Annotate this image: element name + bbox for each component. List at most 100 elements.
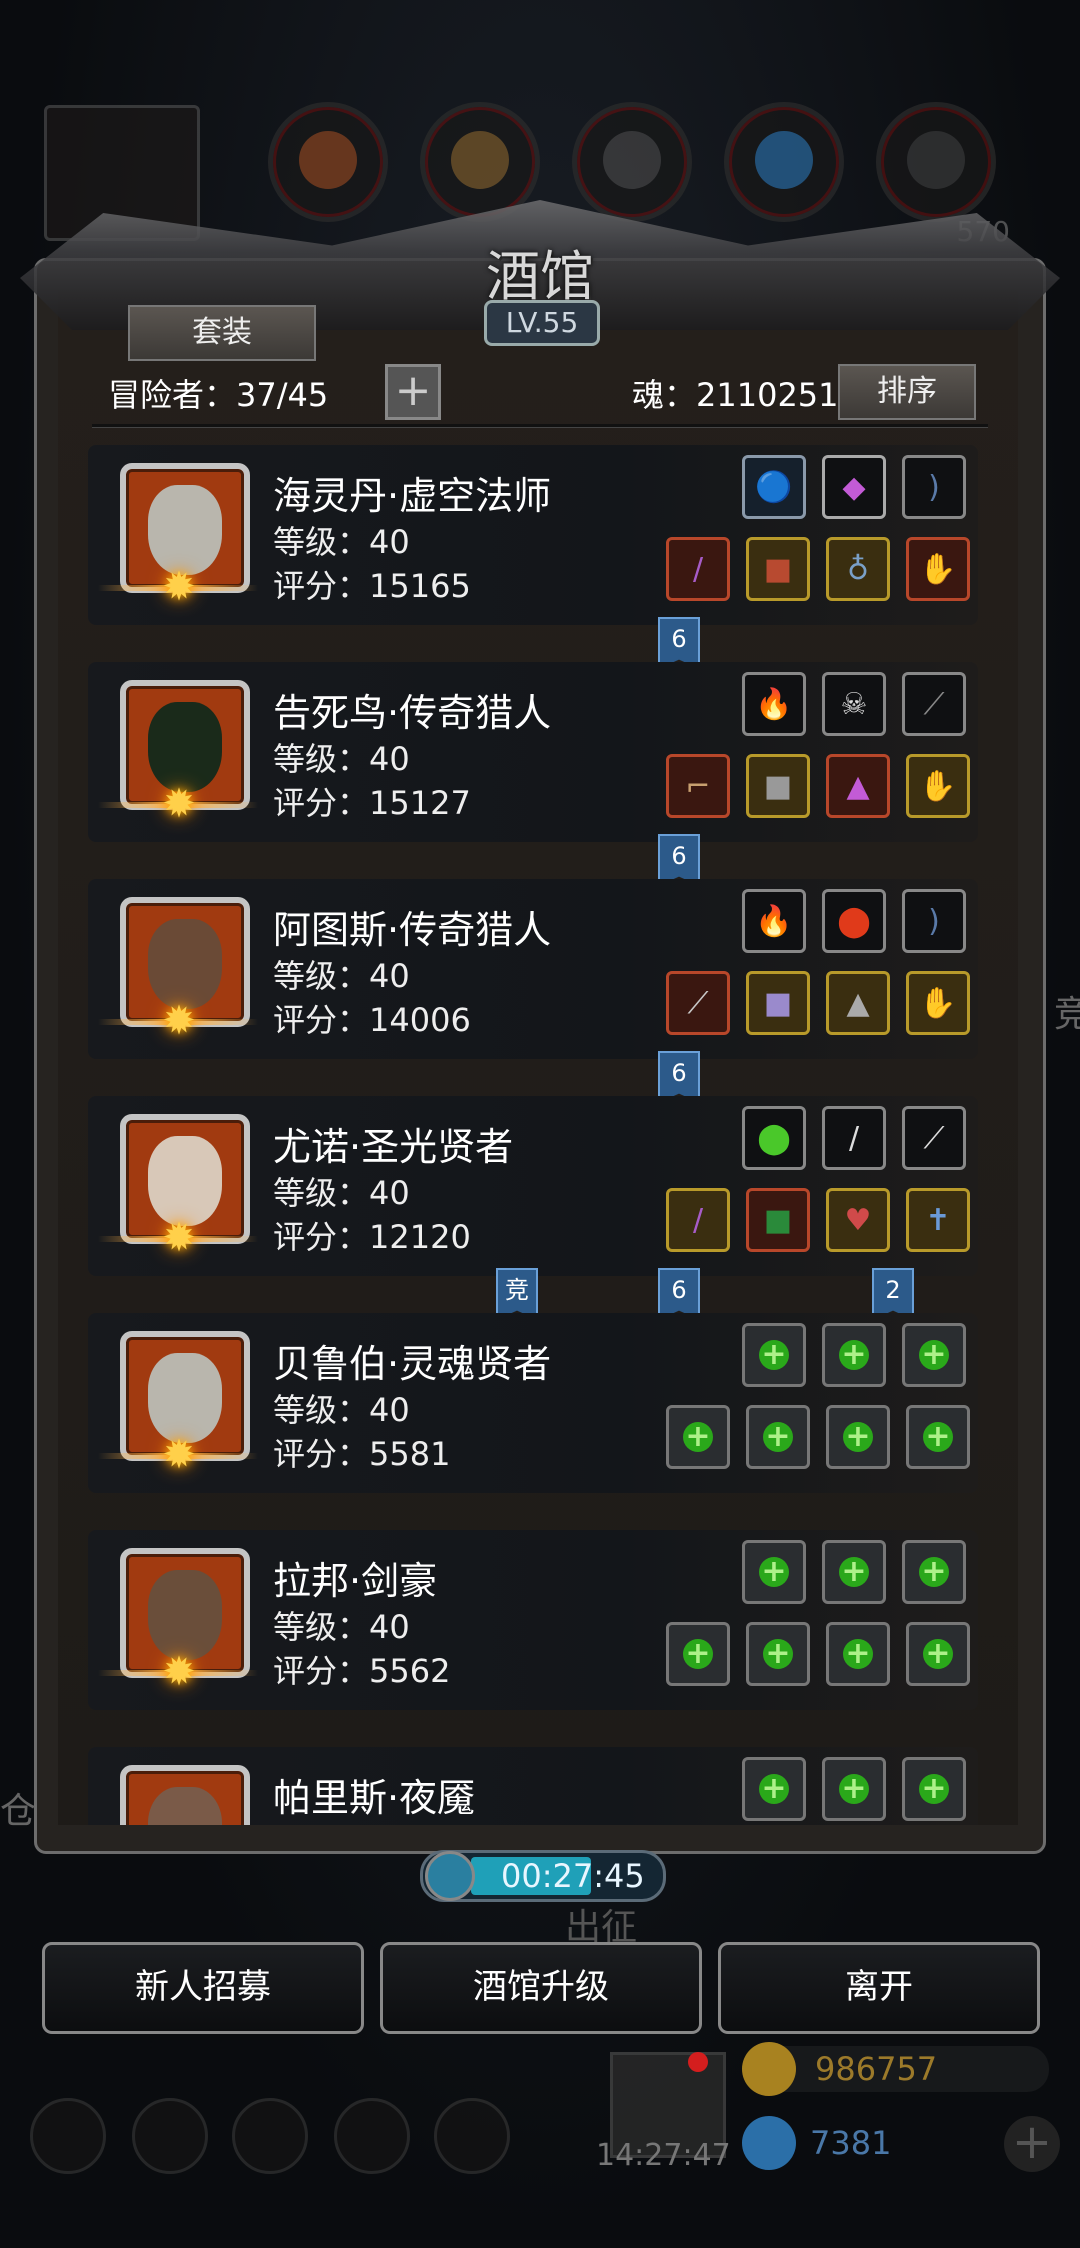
empty-rune-slot[interactable]: + (822, 1757, 886, 1821)
empty-rune-slot[interactable]: + (902, 1540, 966, 1604)
empty-rune-slot[interactable]: + (742, 1757, 806, 1821)
rank-star-icon: ✹ (162, 564, 196, 610)
empty-equip-slot[interactable]: + (906, 1405, 970, 1469)
rune-purple-gem-icon[interactable]: ◆ (822, 455, 886, 519)
equip-cross-icon[interactable]: ✝ (906, 1188, 970, 1252)
plus-icon: + (919, 1340, 949, 1370)
resource-crystal-icon[interactable] (724, 102, 844, 222)
equip-gauntlet-icon[interactable]: ✋ (906, 754, 970, 818)
rune-skull-icon[interactable]: ☠ (822, 672, 886, 736)
empty-rune-slot[interactable]: + (902, 1323, 966, 1387)
hero-name: 帕里斯·夜魇 (273, 1776, 476, 1820)
rune-sword-icon[interactable]: / (822, 1106, 886, 1170)
hero-card[interactable]: ✹ 阿图斯·传奇猎人 等级：40 评分：14006 🔥 ⬤ ) ⟋ ■ ▲ ✋ (88, 879, 978, 1059)
sort-button[interactable]: 排序 (838, 364, 976, 420)
mail-icon[interactable] (334, 2098, 410, 2174)
empty-equip-slot[interactable]: + (666, 1622, 730, 1686)
hero-list[interactable]: ✹ 海灵丹·虚空法师 等级：40 评分：15165 🔵 ◆ ) / ■ ♁ ✋ … (88, 445, 978, 1825)
hero-card[interactable]: ✹ 拉邦·剑豪 等级：40 评分：5562 + + + + + + + (88, 1530, 978, 1710)
rune-green-orb-icon[interactable]: ⬤ (742, 1106, 806, 1170)
empty-rune-slot[interactable]: + (742, 1540, 806, 1604)
hero-name: 告死鸟·传奇猎人 (273, 691, 552, 735)
hero-score: 评分：5581 (273, 1435, 451, 1473)
gem-amount: 7381 (810, 2124, 892, 2162)
plus-icon: + (843, 1422, 873, 1452)
plus-icon: + (763, 1639, 793, 1669)
hero-level: 等级：40 (273, 523, 410, 561)
empty-rune-slot[interactable]: + (902, 1757, 966, 1821)
empty-equip-slot[interactable]: + (746, 1622, 810, 1686)
side-arena-text: 竞 (1054, 994, 1080, 1035)
equip-armor-icon[interactable]: ■ (746, 537, 810, 601)
plus-icon: + (843, 1639, 873, 1669)
plus-icon: + (683, 1639, 713, 1669)
rune-bow-icon[interactable]: ) (902, 889, 966, 953)
guild-icon[interactable] (232, 2098, 308, 2174)
equip-rifle-icon[interactable]: ⌐ (666, 754, 730, 818)
plus-icon: + (763, 1422, 793, 1452)
empty-rune-slot[interactable]: + (822, 1540, 886, 1604)
achievement-icon[interactable] (132, 2098, 208, 2174)
empty-equip-slot[interactable]: + (906, 1622, 970, 1686)
equip-staff-icon[interactable]: / (666, 537, 730, 601)
empty-equip-slot[interactable]: + (826, 1622, 890, 1686)
hero-card[interactable]: ✹ 告死鸟·传奇猎人 等级：40 评分：15127 🔥 ☠ ⟋ ⌐ ■ ▲ ✋ (88, 662, 978, 842)
resource-iron-icon[interactable] (572, 102, 692, 222)
equip-armor-icon[interactable]: ■ (746, 971, 810, 1035)
empty-equip-slot[interactable]: + (666, 1405, 730, 1469)
equip-helmet-icon[interactable]: ▲ (826, 971, 890, 1035)
equip-armor-icon[interactable]: ■ (746, 754, 810, 818)
empty-equip-slot[interactable]: + (746, 1405, 810, 1469)
handshake-icon[interactable] (434, 2098, 510, 2174)
add-adventurer-slot-button[interactable]: + (385, 364, 441, 420)
settings-icon[interactable] (30, 2098, 106, 2174)
plus-icon: + (759, 1774, 789, 1804)
equip-gun-icon[interactable]: ⟋ (666, 971, 730, 1035)
rune-feather-icon[interactable]: ⟋ (902, 672, 966, 736)
empty-rune-slot[interactable]: + (742, 1323, 806, 1387)
hero-name: 拉邦·剑豪 (273, 1559, 438, 1603)
hero-card[interactable]: ✹ 海灵丹·虚空法师 等级：40 评分：15165 🔵 ◆ ) / ■ ♁ ✋ (88, 445, 978, 625)
empty-equip-slot[interactable]: + (826, 1405, 890, 1469)
rune-bow-icon[interactable]: ) (902, 455, 966, 519)
soul-count: 魂：2110251 (632, 376, 839, 414)
equip-amulet-icon[interactable]: ♁ (826, 537, 890, 601)
recruit-timer: 00:27:45 (420, 1850, 666, 1902)
hero-card[interactable]: ✹ 贝鲁伯·灵魂贤者 等级：40 评分：5581 + + + + + + + (88, 1313, 978, 1493)
plus-icon: + (923, 1639, 953, 1669)
hero-level: 等级：40 (273, 1174, 410, 1212)
rank-star-icon: ✹ (162, 1649, 196, 1695)
rune-dagger-icon[interactable]: ⟋ (902, 1106, 966, 1170)
rune-blue-orb-icon[interactable]: 🔵 (742, 455, 806, 519)
equip-gauntlet-icon[interactable]: ✋ (906, 971, 970, 1035)
side-warehouse-text: 仓 (0, 1791, 37, 1832)
hero-avatar (120, 1765, 250, 1825)
hero-card[interactable]: ✹ 尤诺·圣光贤者 等级：40 评分：12120 ⬤ / ⟋ / ■ ♥ ✝ (88, 1096, 978, 1276)
equip-gauntlet-icon[interactable]: ✋ (906, 537, 970, 601)
equip-amulet-icon[interactable]: ♥ (826, 1188, 890, 1252)
hero-score: 评分：12120 (273, 1218, 471, 1256)
rune-fire-icon[interactable]: 🔥 (742, 672, 806, 736)
gold-coin-icon (742, 2042, 796, 2096)
resource-leather-icon[interactable] (268, 102, 388, 222)
timer-text: 00:27:45 (501, 1857, 645, 1895)
add-currency-button[interactable]: + (1004, 2116, 1060, 2172)
equip-helmet-icon[interactable]: ▲ (826, 754, 890, 818)
equip-staff-icon[interactable]: / (666, 1188, 730, 1252)
hero-name: 海灵丹·虚空法师 (273, 474, 552, 518)
resource-ore-icon[interactable] (876, 102, 996, 222)
empty-rune-slot[interactable]: + (822, 1323, 886, 1387)
rune-fire-icon[interactable]: 🔥 (742, 889, 806, 953)
hero-card[interactable]: 帕里斯·夜魇 + + + (88, 1747, 978, 1825)
rune-red-gem-icon[interactable]: ⬤ (822, 889, 886, 953)
set-button[interactable]: 套装 (128, 305, 316, 361)
equip-armor-icon[interactable]: ■ (746, 1188, 810, 1252)
leave-button[interactable]: 离开 (718, 1942, 1040, 2034)
tavern-upgrade-button[interactable]: 酒馆升级 (380, 1942, 702, 2034)
hero-face (148, 919, 222, 1009)
plus-icon: + (683, 1422, 713, 1452)
recruit-button[interactable]: 新人招募 (42, 1942, 364, 2034)
hero-name: 阿图斯·传奇猎人 (273, 908, 552, 952)
hero-score: 评分：15127 (273, 784, 471, 822)
hero-face (148, 485, 222, 575)
